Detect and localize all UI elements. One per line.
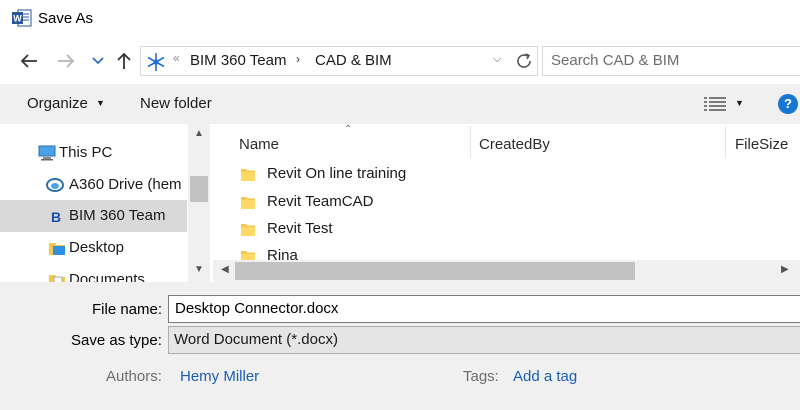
file-row[interactable]: Revit TeamCAD (237, 190, 737, 216)
folder-icon (241, 224, 255, 236)
file-row[interactable]: Revit Test (237, 217, 737, 243)
file-name-box[interactable] (168, 295, 800, 323)
navigation-pane: This PC A360 Drive (hem B BIM 360 Team D… (0, 124, 210, 282)
tags-label: Tags: (463, 368, 499, 385)
scroll-left-icon[interactable]: ◀ (221, 264, 229, 275)
computer-icon (38, 145, 56, 161)
nav-item-label: This PC (59, 144, 113, 161)
nav-item-bim360-team[interactable]: B BIM 360 Team (0, 200, 187, 232)
address-overflow-separator[interactable]: « (173, 51, 180, 65)
a360-drive-icon (46, 178, 64, 192)
search-input[interactable] (551, 52, 791, 69)
save-as-type-select[interactable]: Word Document (*.docx) (168, 326, 800, 354)
search-box[interactable] (542, 46, 800, 76)
title-bar: W Save As (0, 0, 800, 38)
nav-item-label: A360 Drive (hem (69, 176, 182, 193)
authors-label: Authors: (106, 368, 162, 385)
add-tag-link[interactable]: Add a tag (513, 368, 577, 385)
organize-caret-icon: ▼ (96, 98, 105, 108)
new-folder-button[interactable]: New folder (140, 95, 212, 112)
file-name: Revit Test (267, 220, 333, 237)
breadcrumb-bim360-team[interactable]: BIM 360 Team (190, 52, 286, 69)
file-name: Revit On line training (267, 165, 407, 182)
file-name-input[interactable] (175, 300, 775, 317)
scrollbar-thumb[interactable] (235, 262, 635, 280)
toolbar: Organize ▼ New folder ▼ ? (0, 84, 800, 124)
organize-button[interactable]: Organize (27, 95, 88, 112)
nav-item-documents[interactable]: Documents (0, 265, 187, 282)
view-options-caret-icon[interactable]: ▼ (735, 98, 744, 108)
nav-item-label: Desktop (69, 239, 125, 256)
forward-button[interactable] (55, 50, 77, 72)
nav-item-a360-drive[interactable]: A360 Drive (hem (0, 170, 187, 200)
column-header-name[interactable]: Name (239, 136, 279, 153)
recent-locations-button[interactable] (87, 50, 109, 72)
scroll-down-icon[interactable]: ▼ (194, 264, 204, 275)
svg-text:W: W (13, 14, 22, 24)
column-divider[interactable] (470, 126, 471, 158)
authors-value[interactable]: Hemy Miller (180, 368, 259, 385)
bim360-logo-icon (147, 53, 165, 71)
scrollbar-thumb[interactable] (190, 176, 208, 202)
desktop-folder-icon (49, 243, 65, 255)
nav-item-desktop[interactable]: Desktop (0, 233, 187, 263)
file-name: Revit TeamCAD (267, 193, 374, 210)
file-name-label: File name: (92, 301, 163, 318)
svg-text:B: B (51, 209, 61, 224)
up-button[interactable] (113, 50, 135, 72)
chevron-down-icon (92, 57, 104, 65)
address-dropdown-icon[interactable]: ⌵ (493, 53, 501, 66)
word-app-icon: W (12, 9, 32, 27)
file-list-horizontal-scrollbar[interactable]: ◀ ▶ (213, 260, 800, 282)
column-header-createdby[interactable]: CreatedBy (479, 136, 550, 153)
folder-icon (241, 197, 255, 209)
back-arrow-icon (20, 54, 37, 68)
file-list: ⌃ Name CreatedBy FileSize Revit On line … (213, 124, 800, 282)
column-header-filesize[interactable]: FileSize (735, 136, 788, 153)
breadcrumb-cad-bim[interactable]: CAD & BIM (315, 52, 392, 69)
scroll-up-icon[interactable]: ▲ (194, 128, 204, 139)
help-button[interactable]: ? (778, 94, 798, 114)
nav-item-this-pc[interactable]: This PC (0, 138, 187, 168)
file-row[interactable]: Revit On line training (237, 162, 737, 188)
folder-icon (241, 169, 255, 181)
save-as-type-value: Word Document (*.docx) (174, 331, 338, 348)
back-button[interactable] (18, 50, 40, 72)
documents-folder-icon (49, 275, 65, 282)
scroll-right-icon[interactable]: ▶ (781, 264, 789, 275)
navigation-row: « BIM 360 Team › CAD & BIM ⌵ (0, 38, 800, 84)
nav-item-label: BIM 360 Team (69, 207, 166, 224)
nav-item-label: Documents (69, 271, 145, 282)
up-arrow-icon (117, 52, 131, 69)
breadcrumb-arrow[interactable]: › (296, 52, 300, 66)
column-divider[interactable] (725, 126, 726, 158)
forward-arrow-icon (58, 54, 75, 68)
navigation-pane-scrollbar[interactable]: ▲ ▼ (188, 124, 210, 282)
window-title: Save As (38, 10, 94, 27)
details-view-icon[interactable] (704, 96, 726, 112)
bim360-icon: B (51, 209, 61, 224)
address-bar[interactable]: « BIM 360 Team › CAD & BIM ⌵ (140, 46, 538, 76)
save-form: File name: Save as type: Word Document (… (0, 282, 800, 410)
save-as-type-label: Save as type: (71, 332, 162, 349)
sort-ascending-icon: ⌃ (344, 124, 353, 135)
refresh-icon[interactable] (513, 50, 535, 72)
